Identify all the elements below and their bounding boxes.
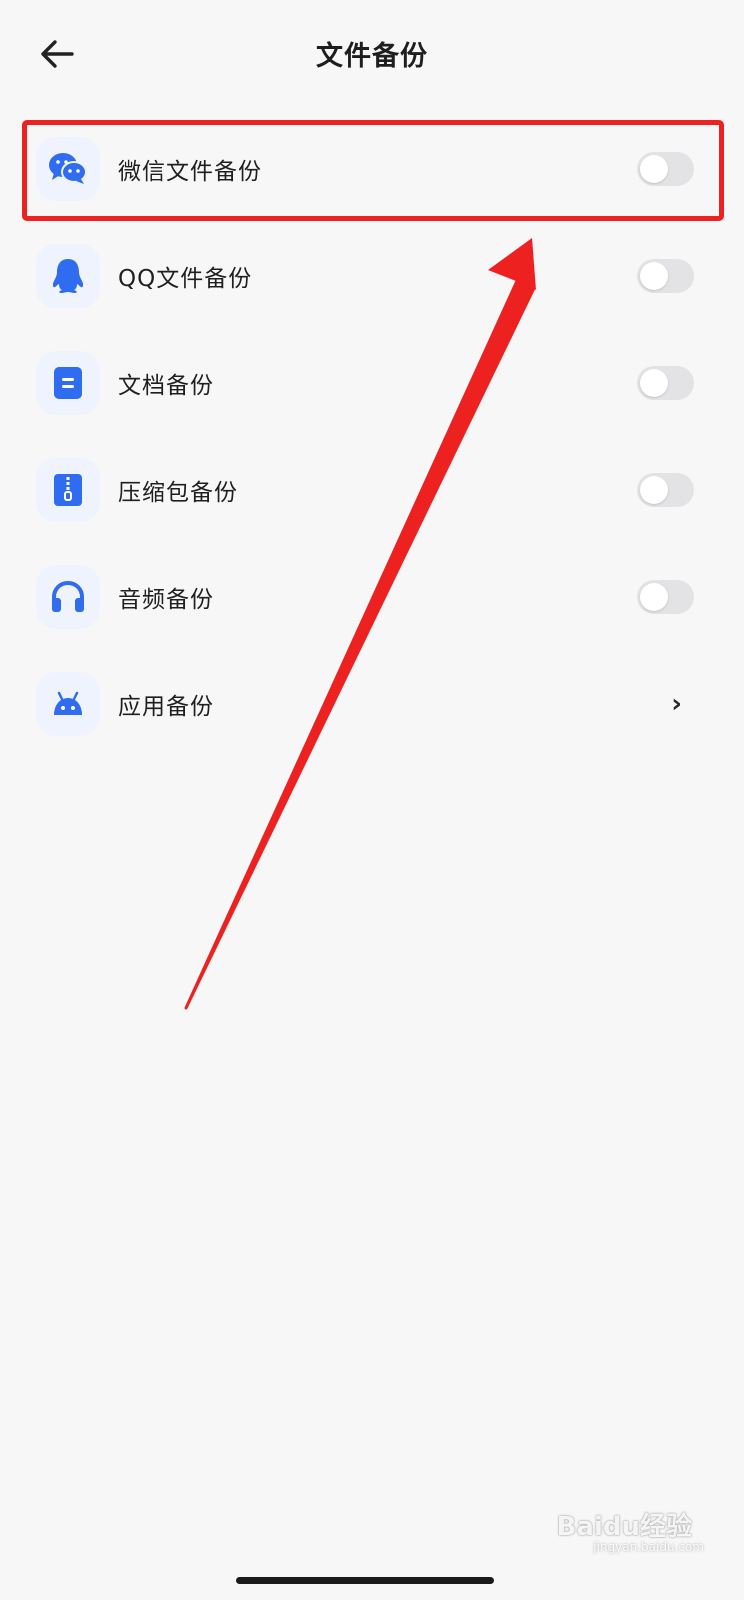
qq-backup-toggle[interactable] [637, 258, 694, 293]
row-label: QQ文件备份 [118, 265, 253, 292]
row-zip-backup[interactable]: 压缩包备份 [0, 436, 744, 543]
row-label: 音频备份 [118, 586, 214, 613]
row-wechat-backup[interactable]: 微信文件备份 [0, 115, 744, 222]
home-indicator[interactable] [236, 1577, 494, 1584]
toggle-knob [640, 475, 668, 504]
backup-list: 微信文件备份 QQ文件备份 文档备份 压缩包备份 音频备份 应用备份 › [0, 115, 744, 757]
page-title: 文件备份 [316, 41, 428, 72]
row-qq-backup[interactable]: QQ文件备份 [0, 222, 744, 329]
wechat-backup-toggle[interactable] [637, 151, 694, 186]
audio-backup-toggle[interactable] [637, 579, 694, 614]
wechat-icon [36, 136, 100, 201]
toggle-knob [640, 368, 668, 397]
toggle-knob [640, 261, 668, 290]
header: 文件备份 [0, 0, 744, 110]
qq-penguin-icon [36, 243, 100, 308]
android-icon [36, 671, 100, 736]
baidu-watermark: Baidu经验 [556, 1512, 692, 1542]
row-app-backup[interactable]: 应用备份 › [0, 650, 744, 757]
row-label: 压缩包备份 [118, 479, 238, 506]
row-document-backup[interactable]: 文档备份 [0, 329, 744, 436]
row-label: 应用备份 [118, 693, 214, 720]
row-audio-backup[interactable]: 音频备份 [0, 543, 744, 650]
toggle-knob [640, 582, 668, 611]
baidu-watermark-url: jingyan.baidu.com [593, 1540, 704, 1554]
toggle-knob [640, 154, 668, 183]
zip-backup-toggle[interactable] [637, 472, 694, 507]
chevron-right-icon[interactable]: › [671, 689, 682, 719]
document-icon [36, 350, 100, 415]
headphones-icon [36, 564, 100, 629]
zip-file-icon [36, 457, 100, 522]
document-backup-toggle[interactable] [637, 365, 694, 400]
row-label: 微信文件备份 [118, 158, 262, 185]
row-label: 文档备份 [118, 372, 214, 399]
